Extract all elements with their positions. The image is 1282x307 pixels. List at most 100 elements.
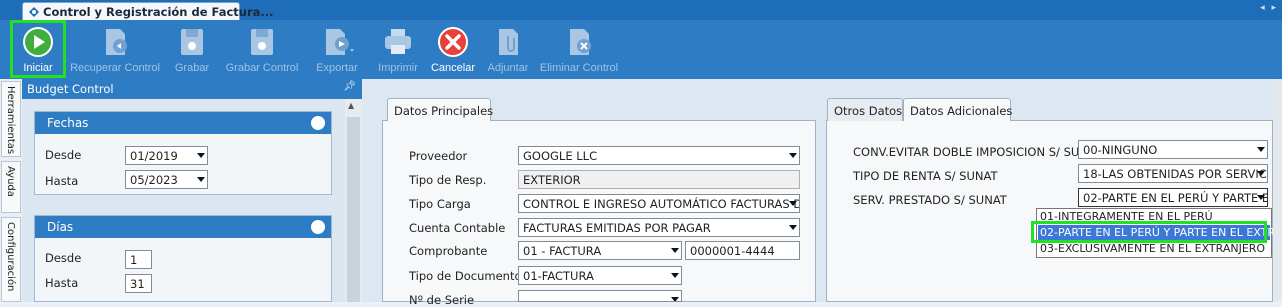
- tab-datos-principales-label: Datos Principales: [394, 104, 494, 118]
- side-tab-configuracion-label: Configuración: [5, 222, 16, 292]
- tab-datos-principales[interactable]: Datos Principales: [387, 98, 494, 121]
- exportar-button[interactable]: Exportar: [306, 20, 368, 79]
- chevron-down-icon[interactable]: [671, 297, 679, 301]
- side-tab-configuracion[interactable]: Configuración: [1, 217, 21, 302]
- side-tab-ayuda-label: Ayuda: [5, 166, 16, 197]
- chevron-down-icon[interactable]: [671, 248, 679, 253]
- chevron-down-icon[interactable]: [789, 201, 797, 206]
- attach-icon: [499, 29, 518, 55]
- tipo-renta-label: TIPO DE RENTA S/ SUNAT: [853, 169, 998, 183]
- adjuntar-label: Adjuntar: [487, 62, 529, 74]
- fechas-hasta-select[interactable]: 05/2023: [125, 170, 208, 189]
- fechas-desde-value: 01/2019: [130, 149, 178, 163]
- numero-serie-select[interactable]: [518, 290, 682, 302]
- tab-scroll-arrows[interactable]: ◂ ▸: [1260, 3, 1278, 13]
- imprimir-label: Imprimir: [378, 62, 418, 74]
- comprobante-numero-input[interactable]: 0000001-4444: [685, 241, 800, 260]
- recover-icon: [106, 29, 127, 55]
- pin-icon[interactable]: 📌︎: [343, 81, 356, 92]
- document-tab-title: Control y Registración de Factura...: [43, 5, 274, 19]
- comprobante-numero-value: 0000001-4444: [690, 244, 775, 258]
- cuenta-contable-select[interactable]: FACTURAS EMITIDAS POR PAGAR: [518, 218, 800, 237]
- grabar-button[interactable]: Grabar: [166, 20, 218, 79]
- tab-datos-adicionales[interactable]: Datos Adicionales: [903, 98, 1013, 121]
- selected-option-highlight-box: [1031, 221, 1267, 243]
- comprobante-value: 01 - FACTURA: [523, 244, 602, 258]
- tab-otros-datos[interactable]: Otros Datos: [827, 98, 903, 121]
- grabar-label: Grabar: [174, 62, 210, 74]
- tipo-carga-select[interactable]: CONTROL E INGRESO AUTOMÁTICO FACTURAS DE…: [518, 194, 800, 213]
- save-icon: [181, 29, 203, 55]
- chevron-down-icon[interactable]: [789, 225, 797, 230]
- chevron-down-icon[interactable]: [197, 177, 205, 182]
- dias-hasta-value: 31: [130, 277, 145, 291]
- dias-hasta-input[interactable]: 31: [125, 274, 152, 293]
- cancelar-label: Cancelar: [430, 62, 476, 74]
- dias-hasta-label: Hasta: [45, 276, 79, 290]
- imprimir-button[interactable]: Imprimir: [374, 20, 422, 79]
- cancelar-button[interactable]: Cancelar: [428, 20, 478, 79]
- eliminar-control-label: Eliminar Control: [539, 62, 619, 74]
- proveedor-select[interactable]: GOOGLE LLC: [518, 146, 800, 165]
- tipo-resp-label: Tipo de Resp.: [409, 173, 487, 187]
- recuperar-control-button[interactable]: Recuperar Control: [66, 20, 164, 79]
- chevron-down-icon[interactable]: [1257, 195, 1265, 200]
- tipo-documento-label: Tipo de Documento: [409, 269, 522, 283]
- iniciar-highlight-box: [10, 20, 66, 78]
- conv-doble-imposicion-value: 00-NINGUNO: [1083, 143, 1158, 157]
- tipo-documento-value: 01-FACTURA: [523, 269, 594, 283]
- fechas-desde-select[interactable]: 01/2019: [125, 146, 208, 165]
- serv-prestado-label: SERV. PRESTADO S/ SUNAT: [853, 193, 1007, 207]
- comprobante-label: Comprobante: [409, 244, 488, 258]
- collapse-toggle-icon[interactable]: [311, 116, 325, 130]
- content-scrollbar[interactable]: [1273, 79, 1282, 302]
- cuenta-contable-value: FACTURAS EMITIDAS POR PAGAR: [523, 221, 711, 235]
- dias-desde-value: 1: [130, 253, 138, 267]
- serv-prestado-select[interactable]: 02-PARTE EN EL PERÚ Y PARTE EN: [1078, 188, 1268, 207]
- chevron-down-icon[interactable]: [671, 273, 679, 278]
- fechas-desde-label: Desde: [45, 148, 82, 162]
- exportar-label: Exportar: [316, 62, 358, 74]
- comprobante-select[interactable]: 01 - FACTURA: [518, 241, 682, 260]
- cancel-icon: [438, 27, 468, 57]
- budget-control-header: Budget Control 📌︎: [22, 79, 362, 99]
- dias-desde-label: Desde: [45, 251, 82, 265]
- chevron-down-icon[interactable]: [197, 153, 205, 158]
- grabar-control-button[interactable]: Grabar Control: [220, 20, 304, 79]
- fechas-hasta-value: 05/2023: [130, 173, 178, 187]
- chevron-down-icon[interactable]: [1257, 147, 1265, 152]
- save-control-icon: [251, 29, 273, 55]
- tipo-resp-field: EXTERIOR: [518, 170, 800, 189]
- document-tab[interactable]: Control y Registración de Factura...: [22, 2, 274, 21]
- fechas-title: Fechas: [47, 116, 89, 130]
- fechas-header[interactable]: Fechas: [35, 112, 331, 134]
- side-tab-herramientas[interactable]: Herramientas: [1, 81, 21, 157]
- app-logo-icon: [29, 7, 39, 17]
- toolbar: Iniciar Recuperar Control Grabar Grabar …: [0, 20, 1282, 79]
- tipo-documento-select[interactable]: 01-FACTURA: [518, 266, 682, 285]
- tipo-carga-value: CONTROL E INGRESO AUTOMÁTICO FACTURAS DE…: [523, 197, 799, 211]
- conv-doble-imposicion-label: CONV.EVITAR DOBLE IMPOSICION S/ SUNAT: [853, 145, 1102, 159]
- tipo-renta-select[interactable]: 18-LAS OBTENIDAS POR SERVICIOS: [1078, 164, 1268, 183]
- chevron-down-icon[interactable]: [789, 153, 797, 158]
- scrollbar-thumb[interactable]: [347, 117, 360, 302]
- side-tab-ayuda[interactable]: Ayuda: [1, 161, 21, 213]
- fechas-hasta-label: Hasta: [45, 174, 79, 188]
- delete-icon: [570, 29, 591, 55]
- budget-control-scrollbar[interactable]: ▲: [345, 99, 362, 302]
- collapse-toggle-icon[interactable]: [311, 220, 325, 234]
- dias-desde-input[interactable]: 1: [125, 250, 152, 269]
- budget-control-title: Budget Control: [27, 82, 114, 96]
- grabar-control-label: Grabar Control: [225, 62, 299, 74]
- scroll-up-icon[interactable]: ▲: [348, 101, 354, 110]
- dias-header[interactable]: Días: [35, 216, 331, 238]
- adjuntar-button[interactable]: Adjuntar: [482, 20, 534, 79]
- conv-doble-imposicion-select[interactable]: 00-NINGUNO: [1078, 140, 1268, 159]
- tipo-resp-value: EXTERIOR: [523, 173, 581, 187]
- tab-datos-adicionales-label: Datos Adicionales: [910, 104, 1013, 118]
- tab-otros-datos-label: Otros Datos: [834, 104, 903, 118]
- export-icon: [326, 29, 354, 55]
- chevron-down-icon[interactable]: [1257, 171, 1265, 176]
- eliminar-control-button[interactable]: Eliminar Control: [536, 20, 622, 79]
- dropdown-option[interactable]: 03-EXCLUSIVAMENTE EN EL EXTRANJERO: [1040, 242, 1265, 255]
